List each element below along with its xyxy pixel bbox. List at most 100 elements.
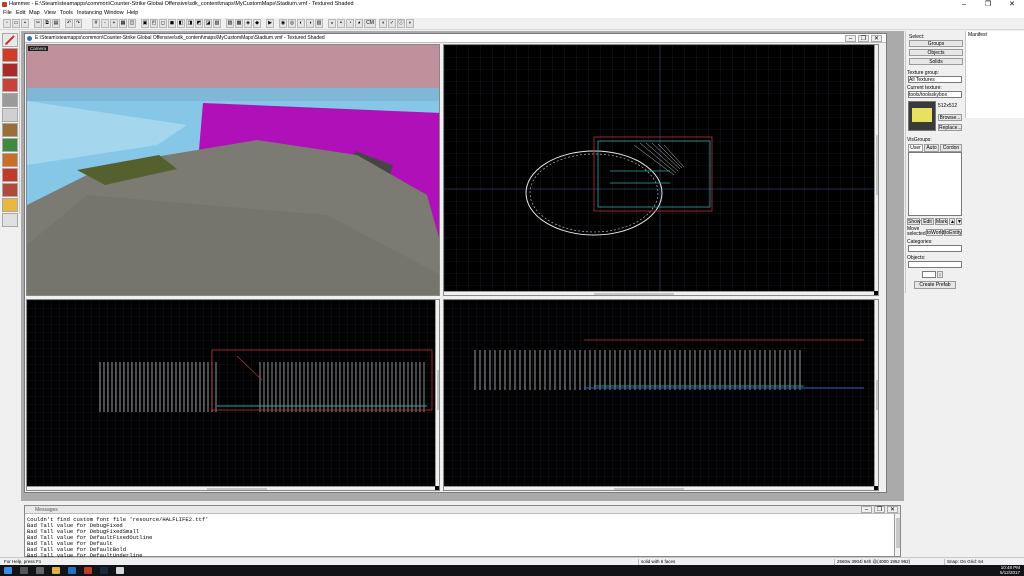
browse-button[interactable]: Browse... <box>938 114 962 121</box>
sprite-icon[interactable]: ◕ <box>355 19 363 28</box>
ungroup-icon[interactable]: ◩ <box>195 19 203 28</box>
taskbar-clock[interactable]: 10:48 PM 5/12/2017 <box>1000 565 1020 575</box>
info-icon[interactable]: ⓘ <box>397 19 405 28</box>
tab-cordon[interactable]: Cordon <box>940 144 962 152</box>
cordon-tool-icon[interactable] <box>2 213 18 227</box>
categories-select[interactable] <box>908 245 962 252</box>
open-file-icon[interactable]: ▭ <box>12 19 20 28</box>
grid-larger-icon[interactable]: + <box>110 19 118 28</box>
select-objects-button[interactable]: Objects <box>909 49 963 56</box>
to-world-button[interactable]: toWorld <box>926 229 944 236</box>
apply-texture-icon[interactable] <box>2 123 18 137</box>
to-entity-button[interactable]: toEntity <box>944 229 962 236</box>
select-solids-button[interactable]: Solids <box>909 58 963 65</box>
vertex-tool-icon[interactable] <box>2 183 18 197</box>
tab-auto[interactable]: Auto <box>924 144 939 152</box>
camera-viewport[interactable]: Camera <box>26 44 440 296</box>
prefab-count-field[interactable] <box>922 271 936 278</box>
save-icon[interactable]: ▪ <box>21 19 29 28</box>
move-down-icon[interactable]: ▼ <box>956 218 962 225</box>
doc-close-button[interactable]: ✕ <box>871 35 882 42</box>
decal-tool-icon[interactable] <box>2 138 18 152</box>
side-view-horizontal-scrollbar[interactable] <box>444 486 874 490</box>
task-view-icon[interactable] <box>36 567 44 574</box>
radius-cull-icon[interactable]: ◎ <box>288 19 296 28</box>
menu-edit[interactable]: Edit <box>16 10 25 16</box>
messages-minimize-button[interactable]: – <box>861 506 872 513</box>
auto-select-icon[interactable]: ◻ <box>159 19 167 28</box>
messages-close-button[interactable]: ✕ <box>887 506 898 513</box>
front-2d-viewport[interactable] <box>26 299 440 491</box>
copy-icon[interactable]: ⧉ <box>43 19 51 28</box>
prefab-spinner-icon[interactable]: ↕ <box>937 271 943 278</box>
open-cordon-icon[interactable]: ◐ <box>297 19 305 28</box>
doc-maximize-button[interactable]: ❐ <box>858 35 869 42</box>
grid-toggle-icon[interactable]: # <box>92 19 100 28</box>
block-tool-icon[interactable] <box>2 93 18 107</box>
toggle-cordon-icon[interactable]: ◑ <box>306 19 314 28</box>
instance-icon[interactable]: ◔ <box>346 19 354 28</box>
to-world-icon[interactable]: ▩ <box>235 19 243 28</box>
texture-group-select[interactable]: All Textures <box>908 76 962 83</box>
move-up-icon[interactable]: ▲ <box>949 218 955 225</box>
entity-tool-icon[interactable] <box>2 78 18 92</box>
hide-items-icon[interactable]: ◼ <box>168 19 176 28</box>
carve-icon[interactable]: ◪ <box>204 19 212 28</box>
map-properties-icon[interactable]: ◒ <box>328 19 336 28</box>
clipping-tool-icon[interactable] <box>2 168 18 182</box>
snap-icon[interactable]: ◫ <box>128 19 136 28</box>
run-map-icon[interactable]: ◗ <box>406 19 414 28</box>
grid-smaller-icon[interactable]: - <box>101 19 109 28</box>
menu-tools[interactable]: Tools <box>60 10 73 16</box>
minimize-button[interactable]: – <box>952 0 976 9</box>
front-view-vertical-scrollbar[interactable] <box>435 300 439 486</box>
create-prefab-button[interactable]: Create Prefab <box>914 281 956 289</box>
doc-minimize-button[interactable]: – <box>845 35 856 42</box>
current-texture-select[interactable]: tools/toolsskybox <box>908 91 962 98</box>
messages-scrollbar[interactable] <box>894 514 900 556</box>
messages-maximize-button[interactable]: ❐ <box>874 506 885 513</box>
texture-lock-icon[interactable]: ▣ <box>141 19 149 28</box>
hollow-icon[interactable]: ▧ <box>213 19 221 28</box>
replace-button[interactable]: Replace... <box>938 124 962 131</box>
cm-button[interactable]: CM <box>364 19 376 28</box>
start-icon[interactable] <box>4 567 12 574</box>
show-button[interactable]: Show <box>907 218 921 225</box>
3d-grid-icon[interactable]: ▦ <box>119 19 127 28</box>
menu-help[interactable]: Help <box>127 10 138 16</box>
model-icon[interactable]: ◆ <box>253 19 261 28</box>
vis-icon[interactable]: ◉ <box>279 19 287 28</box>
select-groups-button[interactable]: Groups <box>909 40 963 47</box>
side-2d-viewport[interactable] <box>443 299 879 491</box>
maximize-button[interactable]: ❐ <box>976 0 1000 9</box>
overlay-tool-icon[interactable] <box>2 153 18 167</box>
magnify-tool-icon[interactable] <box>2 48 18 62</box>
edge-icon[interactable] <box>68 567 76 574</box>
edit-button[interactable]: Edit <box>921 218 934 225</box>
grid-on-icon[interactable]: ▥ <box>315 19 323 28</box>
find-entity-icon[interactable]: ◓ <box>337 19 345 28</box>
top-view-horizontal-scrollbar[interactable] <box>444 291 874 295</box>
menu-view[interactable]: View <box>44 10 56 16</box>
steam-icon[interactable] <box>100 567 108 574</box>
visgroups-list[interactable] <box>908 152 962 216</box>
compile-icon[interactable]: ▶ <box>266 19 274 28</box>
camera-tool-icon[interactable] <box>2 63 18 77</box>
front-view-horizontal-scrollbar[interactable] <box>27 486 435 490</box>
file-explorer-icon[interactable] <box>52 567 60 574</box>
objects-select[interactable] <box>908 261 962 268</box>
cut-icon[interactable]: ✂ <box>34 19 42 28</box>
hammer-taskbar-icon[interactable] <box>116 567 124 574</box>
menu-map[interactable]: Map <box>29 10 40 16</box>
menu-instancing[interactable]: Instancing <box>77 10 102 16</box>
undo-icon[interactable]: ↶ <box>65 19 73 28</box>
search-icon[interactable] <box>20 567 28 574</box>
side-view-vertical-scrollbar[interactable] <box>874 300 878 486</box>
helpers-icon[interactable]: ◈ <box>244 19 252 28</box>
show-items-icon[interactable]: ◧ <box>177 19 185 28</box>
to-entity-icon[interactable]: ▨ <box>226 19 234 28</box>
check-problems-icon[interactable]: ✓ <box>388 19 396 28</box>
close-button[interactable]: ✕ <box>1000 0 1024 9</box>
paste-icon[interactable]: ▤ <box>52 19 60 28</box>
group-icon[interactable]: ◨ <box>186 19 194 28</box>
